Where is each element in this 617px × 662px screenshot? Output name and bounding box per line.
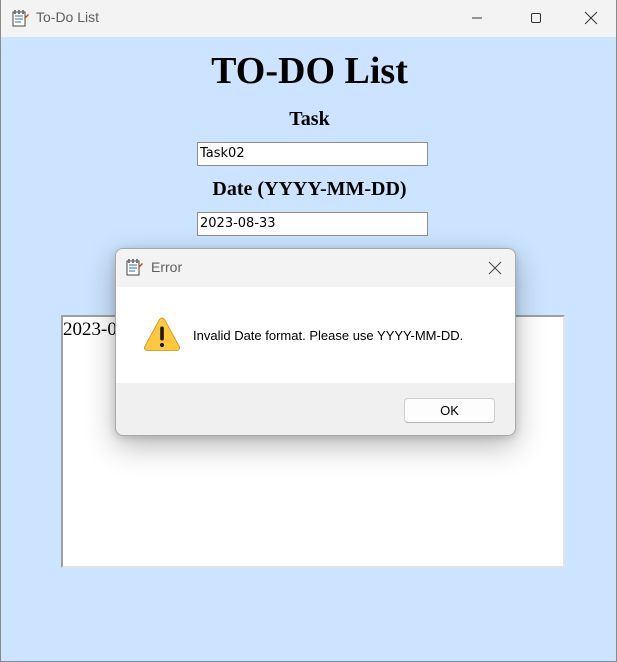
notepad-icon — [126, 259, 143, 276]
close-button[interactable] — [566, 0, 616, 36]
title-bar[interactable]: To-Do List — [1, 0, 616, 37]
notepad-icon — [12, 10, 29, 27]
minimize-icon — [472, 17, 482, 19]
error-message: Invalid Date format. Please use YYYY-MM-… — [193, 328, 464, 343]
list-item[interactable]: 2023-0 — [63, 319, 117, 341]
warning-icon — [144, 317, 180, 351]
dialog-body: Invalid Date format. Please use YYYY-MM-… — [116, 287, 515, 383]
dialog-close-button[interactable] — [479, 253, 511, 283]
dialog-title: Error — [151, 259, 183, 275]
maximize-button[interactable] — [507, 0, 565, 36]
maximize-icon — [531, 13, 541, 23]
minimize-button[interactable] — [448, 0, 506, 36]
error-dialog: Error Invalid Date format. Please use YY… — [115, 248, 516, 436]
task-label: Task — [289, 108, 330, 130]
close-icon — [488, 261, 502, 275]
date-input[interactable]: 2023-08-33 — [197, 212, 428, 236]
page-title: TO-DO List — [211, 50, 408, 92]
date-label: Date (YYYY-MM-DD) — [212, 178, 407, 200]
dialog-title-bar[interactable]: Error — [116, 249, 515, 287]
task-input[interactable]: Task02 — [197, 142, 428, 166]
ok-button[interactable]: OK — [404, 398, 495, 423]
close-icon — [584, 11, 598, 25]
window-title: To-Do List — [36, 9, 100, 25]
